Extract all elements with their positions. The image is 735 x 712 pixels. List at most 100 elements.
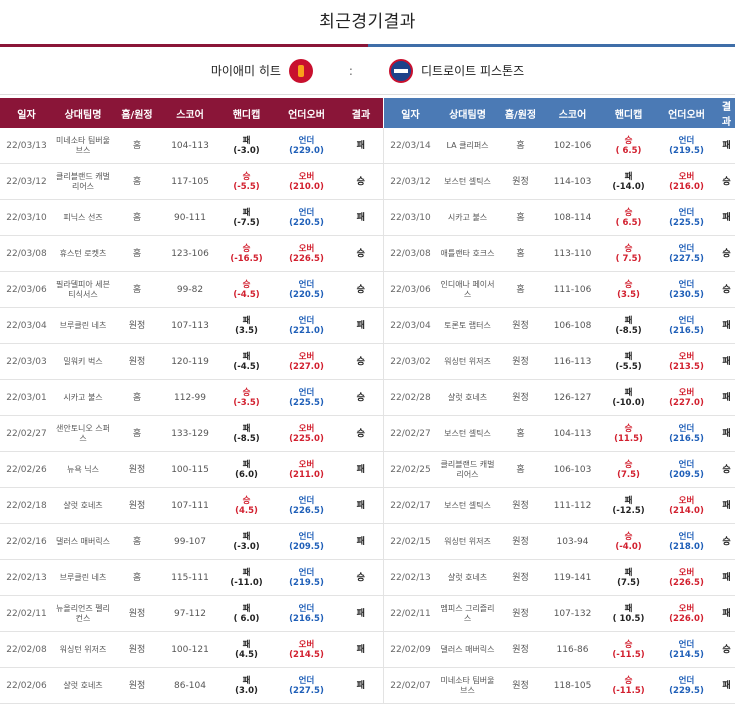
game-date: 22/02/18	[0, 487, 53, 524]
col-handicap: 핸디캡	[219, 98, 274, 128]
game-row: 22/02/15 워싱턴 위저즈 원정 103-94 승 (-4.0) 언더 (218.0) 승	[383, 523, 735, 560]
home-away: 원정	[113, 667, 161, 704]
game-score: 106-108	[543, 307, 602, 344]
home-team-name: 마이애미 히트	[210, 64, 281, 78]
game-date: 22/02/09	[383, 631, 438, 668]
over-under-cell: 언더 (225.5)	[655, 199, 718, 236]
game-result: 패	[339, 667, 384, 704]
over-under-cell: 언더 (226.5)	[274, 487, 339, 524]
over-under-result: 언더	[678, 423, 695, 434]
handicap-cell: 승 (-4.5)	[219, 271, 274, 308]
opponent-name: 샬럿 호네츠	[437, 379, 498, 416]
game-result: 패	[339, 451, 384, 488]
handicap-cell: 승 (3.5)	[601, 271, 656, 308]
game-date: 22/03/14	[383, 128, 438, 164]
over-under-cell: 언더 (216.5)	[274, 595, 339, 632]
handicap-line: (-3.5)	[233, 397, 260, 408]
game-result: 패	[717, 199, 735, 236]
game-score: 116-113	[543, 343, 602, 380]
over-under-result: 언더	[678, 315, 695, 326]
home-away: 원정	[113, 307, 161, 344]
game-result: 승	[339, 415, 384, 452]
game-score: 118-105	[543, 667, 602, 704]
handicap-line: (4.5)	[235, 505, 258, 516]
over-under-result: 오버	[298, 351, 315, 362]
game-date: 22/03/04	[0, 307, 53, 344]
game-date: 22/02/11	[383, 595, 438, 632]
opponent-name: 샬럿 호네츠	[437, 559, 498, 596]
game-result: 승	[339, 271, 384, 308]
over-under-cell: 오버 (227.0)	[655, 379, 718, 416]
heat-logo-icon	[288, 58, 313, 83]
home-away: 원정	[497, 487, 544, 524]
over-under-cell: 오버 (226.5)	[274, 235, 339, 272]
game-score: 103-94	[543, 523, 602, 560]
col-score: 스코어	[543, 98, 602, 128]
game-date: 22/02/25	[383, 451, 438, 488]
col-home-away: 홈/원정	[113, 98, 161, 128]
handicap-result: 승	[624, 423, 633, 434]
game-result: 패	[717, 667, 735, 704]
game-date: 22/03/03	[0, 343, 53, 380]
home-away: 홈	[113, 559, 161, 596]
opponent-name: 클리블랜드 캐벌리어스	[437, 451, 498, 488]
game-row: 22/03/14 LA 클리퍼스 홈 102-106 승( 6.5) 언더 (219.5) 패	[383, 128, 735, 164]
handicap-result: 승	[624, 207, 633, 218]
handicap-result: 패	[242, 531, 251, 542]
handicap-result: 승	[624, 243, 633, 254]
over-under-cell: 언더 (216.5)	[655, 307, 718, 344]
handicap-result: 패	[242, 459, 251, 470]
game-result: 패	[717, 128, 735, 164]
home-away: 홈	[497, 199, 544, 236]
game-score: 90-111	[161, 199, 219, 236]
game-score: 107-111	[161, 487, 219, 524]
handicap-line: (3.0)	[235, 685, 258, 696]
game-row: 22/03/10 시카고 불스 홈 108-114 승( 6.5) 언더 (225.5) 패	[383, 199, 735, 236]
handicap-cell: 패 (-3.0)	[219, 523, 274, 560]
col-result: 결과	[339, 98, 383, 128]
game-date: 22/03/04	[383, 307, 438, 344]
results-grid: 일자 상대팀명 홈/원정 스코어 핸디캡 언더오버 결과 22/03/13 미네소…	[0, 98, 735, 704]
handicap-result: 패	[242, 639, 251, 650]
home-away: 홈	[113, 415, 161, 452]
over-under-line: (226.5)	[289, 505, 324, 516]
home-away: 홈	[497, 271, 544, 308]
team-color-bar	[0, 44, 735, 47]
handicap-result: 승	[624, 531, 633, 542]
over-under-line: (213.5)	[669, 361, 704, 372]
game-score: 108-114	[543, 199, 602, 236]
handicap-result: 승	[624, 279, 633, 290]
handicap-result: 패	[624, 171, 633, 182]
over-under-cell: 언더 (219.5)	[655, 128, 718, 164]
home-away: 원정	[497, 379, 544, 416]
handicap-result: 승	[624, 639, 633, 650]
home-away: 원정	[497, 631, 544, 668]
game-result: 패	[717, 415, 735, 452]
game-result: 패	[339, 523, 384, 560]
pistons-logo-icon	[388, 58, 413, 83]
handicap-cell: 승 (-16.5)	[219, 235, 274, 272]
over-under-line: (216.5)	[669, 325, 704, 336]
game-date: 22/03/08	[0, 235, 53, 272]
game-score: 106-103	[543, 451, 602, 488]
over-under-line: (216.5)	[289, 613, 324, 624]
opponent-name: 브루클린 네츠	[53, 559, 113, 596]
handicap-cell: 패 (-8.5)	[219, 415, 274, 452]
handicap-result: 패	[624, 315, 633, 326]
pistons-results-table: 일자 상대팀명 홈/원정 스코어 핸디캡 언더오버 결과 22/03/14 LA …	[383, 98, 735, 704]
over-under-line: (216.0)	[669, 181, 704, 192]
over-under-line: (227.5)	[669, 253, 704, 264]
game-result: 승	[339, 559, 384, 596]
game-date: 22/03/13	[0, 128, 53, 164]
over-under-cell: 오버 (225.0)	[274, 415, 339, 452]
over-under-line: (219.5)	[669, 145, 704, 156]
opponent-name: 보스턴 셀틱스	[437, 487, 498, 524]
game-result: 승	[717, 631, 735, 668]
game-row: 22/03/12 보스턴 셀틱스 원정 114-103 패 (-14.0) 오버 (216.0…	[383, 163, 735, 200]
game-result: 패	[717, 307, 735, 344]
game-score: 112-99	[161, 379, 219, 416]
game-score: 120-119	[161, 343, 219, 380]
handicap-result: 패	[624, 603, 633, 614]
game-date: 22/03/08	[383, 235, 438, 272]
over-under-result: 언더	[678, 531, 695, 542]
